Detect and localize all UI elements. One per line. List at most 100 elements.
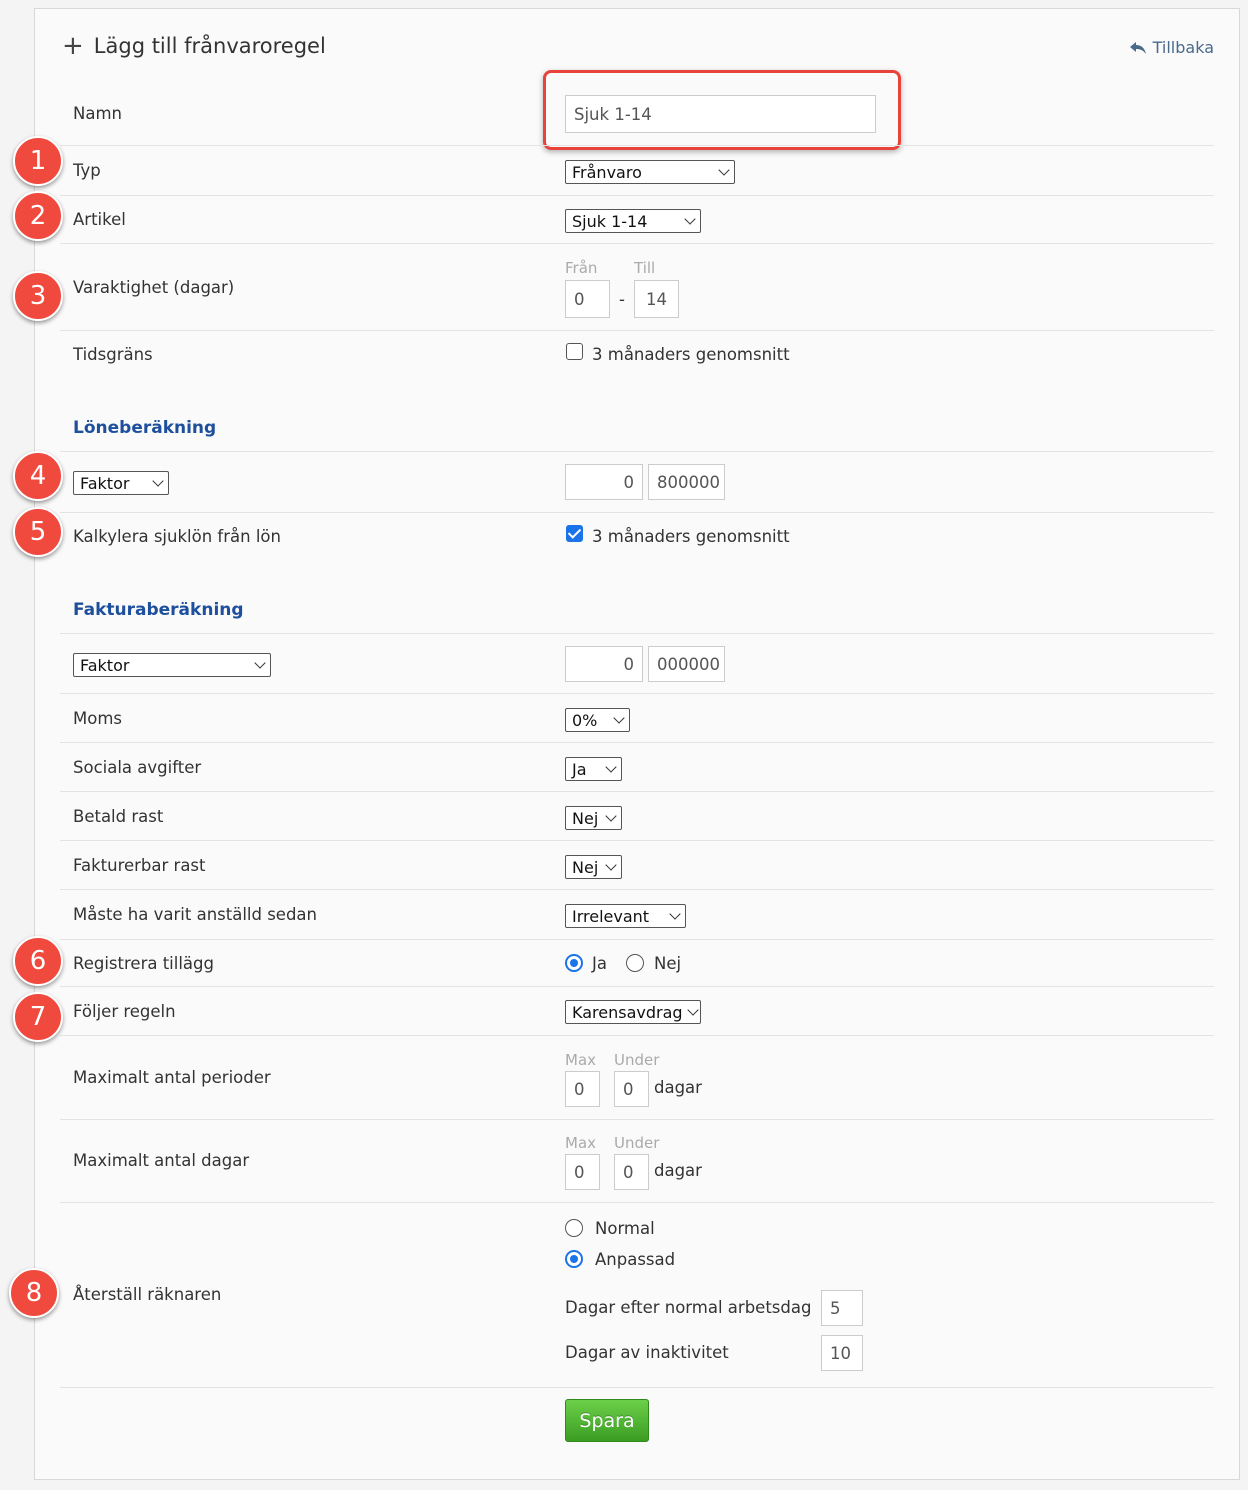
chevron-down-icon: [605, 809, 617, 822]
fran-label: Från: [565, 259, 598, 277]
reply-arrow-icon: [1129, 41, 1146, 54]
lone-faktor-select-value: Faktor: [80, 473, 130, 493]
chevron-down-icon: [605, 858, 617, 871]
back-link-label: Tillbaka: [1152, 38, 1214, 57]
foljer-select[interactable]: Karensavdrag: [565, 1000, 701, 1024]
annotation-badge-3: 3: [13, 271, 63, 321]
save-button[interactable]: Spara: [565, 1399, 649, 1442]
sociala-select-value: Ja: [572, 759, 587, 779]
chevron-down-icon: [605, 760, 617, 773]
foljer-select-value: Karensavdrag: [572, 1002, 683, 1022]
max-perioder-under-input[interactable]: 0: [614, 1071, 649, 1107]
range-separator: -: [619, 290, 625, 309]
registrera-label: Registrera tillägg: [73, 954, 214, 973]
faktura-faktor-dec-input[interactable]: 000000: [648, 646, 725, 682]
faktura-faktor-select[interactable]: Faktor: [73, 653, 271, 677]
fakturerbar-rast-select-value: Nej: [572, 857, 599, 877]
max-dagar-label: Maximalt antal dagar: [73, 1151, 250, 1170]
divider: [60, 451, 1214, 452]
annotation-badge-4: 4: [13, 451, 63, 501]
artikel-select[interactable]: Sjuk 1-14: [565, 209, 701, 233]
divider: [60, 145, 1214, 146]
typ-select[interactable]: Frånvaro: [565, 160, 735, 184]
aterstall-normal-label: Normal: [595, 1219, 655, 1238]
moms-label: Moms: [73, 709, 123, 728]
namn-input[interactable]: Sjuk 1-14: [565, 95, 876, 133]
aterstall-anpassad-label: Anpassad: [595, 1250, 676, 1269]
sociala-label: Sociala avgifter: [73, 758, 202, 777]
fakturerbar-rast-label: Fakturerbar rast: [73, 856, 206, 875]
back-link[interactable]: Tillbaka: [1129, 38, 1214, 57]
max-dagar-under-input[interactable]: 0: [614, 1154, 649, 1190]
annotation-badge-8: 8: [9, 1268, 59, 1318]
sociala-select[interactable]: Ja: [565, 757, 622, 781]
kalkylera-checkbox-label: 3 månaders genomsnitt: [592, 527, 790, 546]
lone-faktor-int-input[interactable]: 0: [565, 464, 643, 500]
divider: [60, 1035, 1214, 1036]
max-perioder-label: Maximalt antal perioder: [73, 1068, 271, 1087]
dagar-efter-label: Dagar efter normal arbetsdag: [565, 1298, 812, 1317]
fran-input[interactable]: 0: [565, 280, 610, 318]
faktura-faktor-int-input[interactable]: 0: [565, 646, 643, 682]
registrera-nej-radio[interactable]: [626, 954, 644, 972]
betald-rast-select[interactable]: Nej: [565, 806, 622, 830]
till-label: Till: [634, 259, 656, 277]
chevron-down-icon: [684, 212, 696, 225]
typ-select-value: Frånvaro: [572, 162, 642, 182]
dagar-inaktiv-input[interactable]: 10: [821, 1335, 863, 1371]
max-dagar-max-input[interactable]: 0: [565, 1154, 600, 1190]
chevron-down-icon: [718, 163, 730, 176]
aterstall-normal-radio[interactable]: [565, 1219, 583, 1237]
registrera-ja-radio[interactable]: [565, 954, 583, 972]
divider: [60, 889, 1214, 890]
moms-select[interactable]: 0%: [565, 708, 630, 732]
annotation-badge-7: 7: [13, 992, 63, 1042]
divider: [60, 939, 1214, 940]
chevron-down-icon: [254, 656, 266, 669]
fakturaberakning-heading: Fakturaberäkning: [73, 600, 244, 620]
foljer-label: Följer regeln: [73, 1002, 176, 1021]
registrera-ja-label: Ja: [592, 954, 607, 973]
artikel-select-value: Sjuk 1-14: [572, 211, 648, 231]
divider: [60, 633, 1214, 634]
dagar-efter-input[interactable]: 5: [821, 1290, 863, 1326]
betald-rast-label: Betald rast: [73, 807, 164, 826]
divider: [60, 330, 1214, 331]
max-dagar-under-label: Under: [614, 1134, 660, 1152]
chevron-down-icon: [613, 711, 625, 724]
lone-faktor-dec-input[interactable]: 800000: [648, 464, 725, 500]
page-title-text: Lägg till frånvaroregel: [93, 34, 326, 58]
annotation-badge-1: 1: [13, 136, 63, 186]
max-dagar-max-label: Max: [565, 1134, 597, 1152]
fakturerbar-rast-select[interactable]: Nej: [565, 855, 622, 879]
divider: [60, 742, 1214, 743]
anstalld-label: Måste ha varit anställd sedan: [73, 905, 318, 924]
annotation-badge-2: 2: [13, 191, 63, 241]
aterstall-anpassad-radio[interactable]: [565, 1250, 583, 1268]
faktura-faktor-select-value: Faktor: [80, 655, 130, 675]
anstalld-select[interactable]: Irrelevant: [565, 904, 686, 928]
tidsgrans-checkbox[interactable]: [566, 343, 583, 360]
divider: [60, 1202, 1214, 1203]
anstalld-select-value: Irrelevant: [572, 906, 650, 926]
divider: [60, 840, 1214, 841]
aterstall-label: Återställ räknaren: [73, 1285, 222, 1304]
page-title: + Lägg till frånvaroregel: [62, 33, 326, 59]
till-input[interactable]: 14: [634, 280, 679, 318]
chevron-down-icon: [669, 907, 681, 920]
kalkylera-label: Kalkylera sjuklön från lön: [73, 527, 281, 546]
divider: [60, 986, 1214, 987]
chevron-down-icon: [686, 1003, 699, 1016]
max-perioder-max-label: Max: [565, 1051, 597, 1069]
max-perioder-max-input[interactable]: 0: [565, 1071, 600, 1107]
betald-rast-select-value: Nej: [572, 808, 599, 828]
divider: [60, 243, 1214, 244]
kalkylera-checkbox[interactable]: [566, 525, 583, 542]
artikel-label: Artikel: [73, 210, 126, 229]
dagar-inaktiv-label: Dagar av inaktivitet: [565, 1343, 729, 1362]
chevron-down-icon: [152, 474, 164, 487]
annotation-badge-5: 5: [13, 507, 63, 557]
loneberakning-heading: Löneberäkning: [73, 418, 217, 438]
annotation-badge-6: 6: [13, 936, 63, 986]
lone-faktor-select[interactable]: Faktor: [73, 471, 169, 495]
